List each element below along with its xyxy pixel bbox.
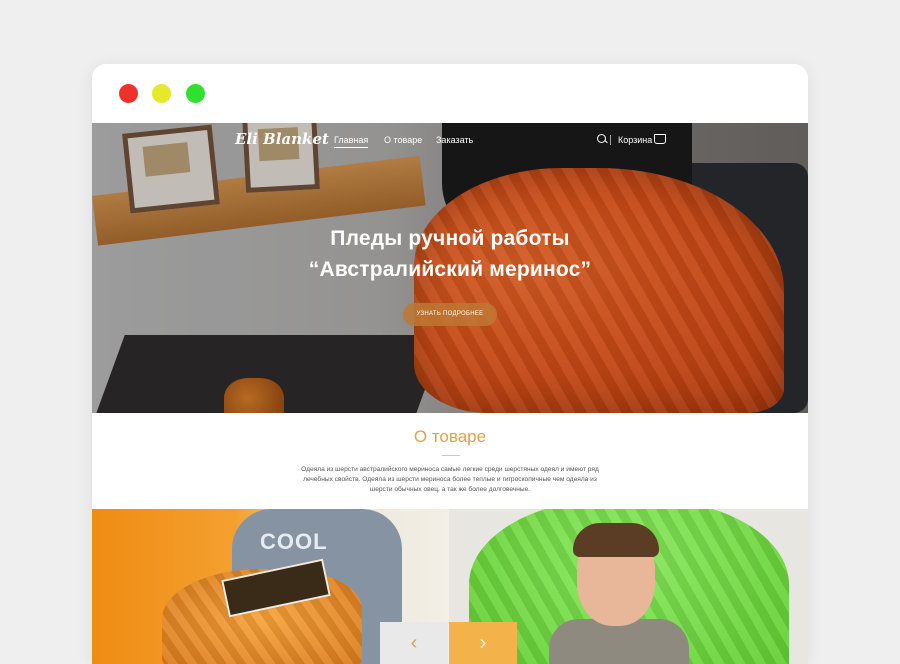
gallery-next-button[interactable]: ›: [449, 622, 517, 664]
child-hair: [573, 523, 659, 557]
gallery-prev-button[interactable]: ‹: [380, 622, 448, 664]
sweater-print: COOL: [260, 529, 328, 554]
about-title: О товаре: [413, 427, 487, 446]
cart-link[interactable]: Корзина: [618, 135, 652, 145]
chevron-left-icon: ‹: [410, 632, 418, 654]
top-navigation: Eli Blanket Главная О товаре Заказать Ко…: [92, 123, 808, 159]
about-section: О товаре Одеяла из шерсти австралийского…: [92, 413, 808, 509]
chevron-right-icon: ›: [479, 632, 487, 654]
hero-title-line-2: “Австралийский меринос”: [308, 258, 592, 281]
site-logo[interactable]: Eli Blanket: [235, 130, 329, 148]
nav-item-about[interactable]: О товаре: [384, 135, 422, 145]
learn-more-button[interactable]: УЗНАТЬ ПОДРОБНЕЕ: [403, 303, 497, 326]
nav-divider: [610, 135, 611, 145]
window-titlebar: [92, 64, 808, 123]
close-window-button[interactable]: [119, 84, 138, 103]
maximize-window-button[interactable]: [186, 84, 205, 103]
search-icon[interactable]: [597, 134, 606, 143]
nav-item-home[interactable]: Главная: [334, 135, 369, 148]
title-divider: [442, 455, 460, 456]
about-description: Одеяла из шерсти австралийского мериноса…: [301, 466, 599, 493]
minimize-window-button[interactable]: [152, 84, 171, 103]
hero-title-line-1: Пледы ручной работы: [330, 227, 570, 250]
basket-icon[interactable]: [654, 134, 666, 144]
hero-banner: Eli Blanket Главная О товаре Заказать Ко…: [92, 123, 808, 413]
nav-item-order[interactable]: Заказать: [436, 135, 473, 145]
browser-window: Eli Blanket Главная О товаре Заказать Ко…: [92, 64, 808, 664]
